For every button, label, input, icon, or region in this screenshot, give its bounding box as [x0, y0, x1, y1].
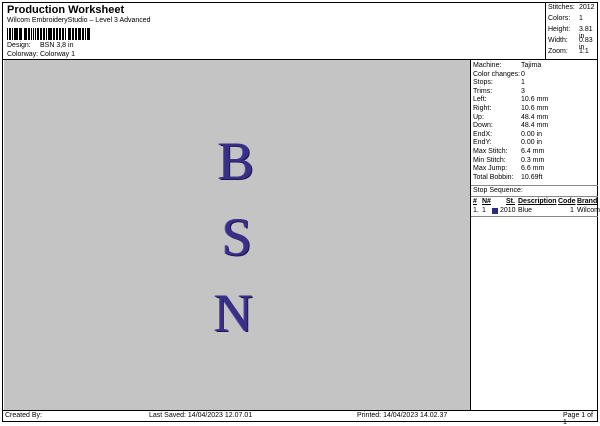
- colorway-row: Colorway: Colorway 1: [7, 51, 75, 58]
- footer-last-saved: Last Saved: 14/04/2023 12.07.01: [149, 412, 253, 419]
- barcode-image: [7, 28, 91, 40]
- stop-sequence-title: Stop Sequence:: [473, 187, 523, 194]
- footer-divider: [3, 410, 597, 411]
- worksheet-page: Production Worksheet Wilcom EmbroiderySt…: [2, 2, 600, 426]
- col-needle: N#: [482, 198, 491, 205]
- colorway-value: Colorway 1: [40, 51, 76, 58]
- col-brand: Brand: [577, 198, 598, 205]
- header: Production Worksheet Wilcom EmbroiderySt…: [5, 3, 545, 61]
- table-bottom-rule: [471, 216, 598, 217]
- design-letter-s: S: [222, 207, 253, 267]
- machine-info-panel: Machine: Tajima Color changes: 0 Stops: 1 Trim…: [470, 60, 600, 410]
- col-code: Code: [558, 198, 576, 205]
- thread-color-swatch: [492, 208, 498, 214]
- footer-created-by: Created By:: [5, 412, 42, 419]
- stats-panel: Stitches: 2012 Colors: 1 Height: 3.81 in Wi…: [545, 3, 598, 59]
- design-value: BSN 3,8 in: [40, 42, 74, 49]
- page-title: Production Worksheet: [7, 4, 125, 16]
- software-subtitle: Wilcom EmbroideryStudio – Level 3 Advanc…: [7, 17, 151, 24]
- colorway-label: Colorway:: [7, 51, 39, 58]
- design-letter-n: N: [214, 283, 253, 343]
- col-description: Description: [518, 198, 557, 205]
- stop-sequence-header: # N# St. Description Code Brand: [473, 198, 597, 207]
- panel-divider: [471, 185, 598, 186]
- panel-divider: [471, 196, 598, 197]
- design-letter-b: B: [218, 131, 255, 191]
- col-stitches: St.: [506, 198, 515, 205]
- design-label: Design:: [7, 42, 31, 49]
- col-index: #: [473, 198, 477, 205]
- table-row: 1. 1 2010 Blue 1 Wilcom: [473, 207, 600, 214]
- design-row: Design: BSN 3,8 in: [7, 42, 73, 49]
- design-preview: B S N: [4, 60, 470, 410]
- footer-printed: Printed: 14/04/2023 14.02.37: [357, 412, 448, 419]
